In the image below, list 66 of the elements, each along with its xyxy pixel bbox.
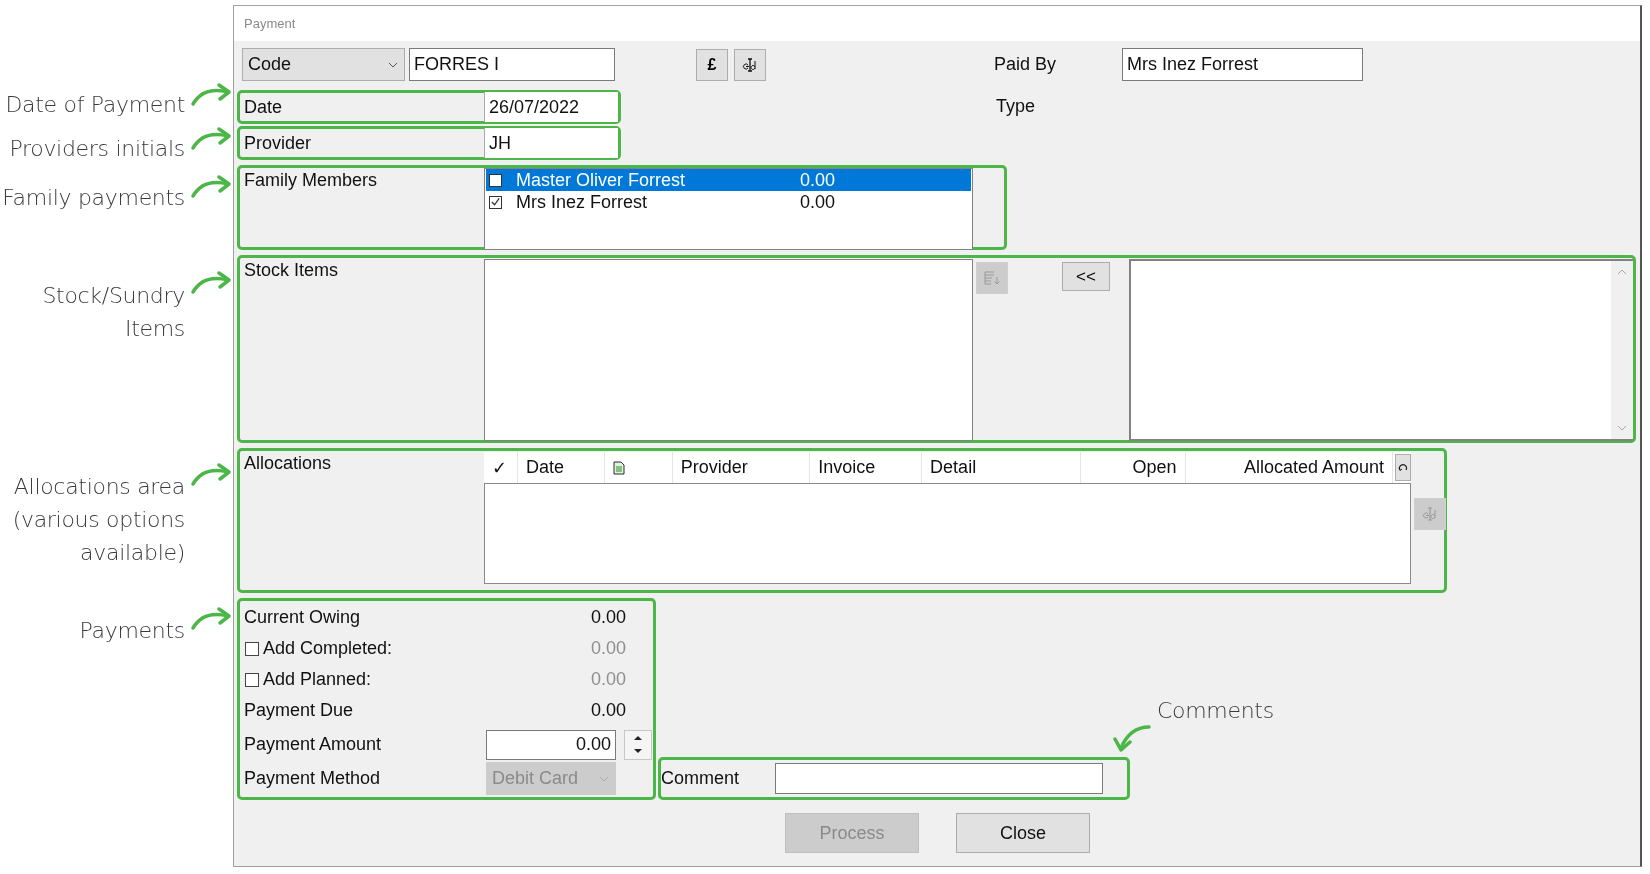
field-label: Paid By xyxy=(994,54,1058,75)
checkbox-label: Add Planned: xyxy=(263,669,372,690)
window-title: Payment xyxy=(244,16,296,31)
arrow xyxy=(191,83,231,106)
field-label: Payment Method xyxy=(243,768,382,789)
member-name: Master Oliver Forrest xyxy=(516,169,687,191)
text-cursor-icon xyxy=(742,56,758,73)
arrow xyxy=(191,127,231,150)
amount-value: 0.00 xyxy=(589,700,626,721)
date-field[interactable]: 26/07/2022 xyxy=(484,92,618,122)
arrow xyxy=(191,271,231,294)
field-label: Family Members xyxy=(243,170,378,191)
checkbox[interactable] xyxy=(489,195,502,209)
field-label: Stock Items xyxy=(243,260,340,281)
field-label: Payment Due xyxy=(244,700,354,721)
field-label: Payment Amount xyxy=(243,734,383,755)
field-label: Allocations xyxy=(243,453,333,474)
list-arrow-icon xyxy=(982,269,1001,287)
amount-value: 0.00 xyxy=(589,638,626,659)
checkbox-label: Add Completed: xyxy=(263,638,393,659)
payment-amount-field[interactable]: 0.00 xyxy=(486,729,616,760)
currency-button[interactable]: £ xyxy=(696,48,728,81)
annotation-text: Date of Payment xyxy=(5,91,185,119)
code-dropdown[interactable]: Code xyxy=(242,48,405,81)
field-label: Type xyxy=(996,96,1036,117)
spin-button[interactable] xyxy=(624,729,652,760)
code-field[interactable]: FORRES I xyxy=(409,48,615,81)
arrow xyxy=(191,463,231,486)
dialog-button[interactable]: Close xyxy=(956,813,1090,853)
text-cursor-icon xyxy=(1422,506,1438,522)
amount-value: 0.00 xyxy=(589,607,626,628)
field-label: Current Owing xyxy=(244,607,361,628)
annotation-text: Comments xyxy=(1157,697,1274,725)
comment-field[interactable] xyxy=(775,763,1103,794)
amount-value: 0.00 xyxy=(589,669,626,690)
field-label: Provider xyxy=(243,132,313,154)
annotation-text: Allocations area (various options available) xyxy=(12,473,185,567)
refresh-button[interactable] xyxy=(1395,454,1411,481)
up-icon xyxy=(634,735,642,740)
selected-items-list[interactable] xyxy=(1129,259,1633,441)
down-icon xyxy=(634,749,642,754)
annotation-text: Payments xyxy=(79,617,185,645)
list-item[interactable]: Master Oliver Forrest 0.00 xyxy=(486,169,971,191)
member-amount: 0.00 xyxy=(800,191,836,213)
caret-icon xyxy=(599,775,609,782)
list-item[interactable]: Mrs Inez Forrest 0.00 xyxy=(486,191,971,213)
checkbox[interactable] xyxy=(489,173,502,187)
paid-by-field[interactable]: Mrs Inez Forrest xyxy=(1122,48,1363,81)
annotation-text: Stock/Sundry Items xyxy=(42,282,185,343)
annotation-text: Family payments xyxy=(2,184,185,212)
member-name: Mrs Inez Forrest xyxy=(516,191,649,213)
scroll-down-icon xyxy=(1617,425,1627,431)
field-label: Date xyxy=(243,96,284,118)
caret-icon xyxy=(388,61,398,68)
arrow xyxy=(191,175,231,198)
arrow xyxy=(191,607,231,630)
document-icon xyxy=(612,460,625,475)
refresh-icon xyxy=(1398,462,1409,473)
edit-button[interactable] xyxy=(734,48,766,81)
annotation-text: Providers initials xyxy=(9,135,185,163)
member-amount: 0.00 xyxy=(800,169,836,191)
scroll-up-icon xyxy=(1617,269,1627,275)
move-back-button[interactable]: << xyxy=(1061,262,1111,291)
field-label: Comment xyxy=(661,768,741,789)
arrow xyxy=(1113,725,1151,752)
provider-field[interactable]: JH xyxy=(484,128,618,158)
